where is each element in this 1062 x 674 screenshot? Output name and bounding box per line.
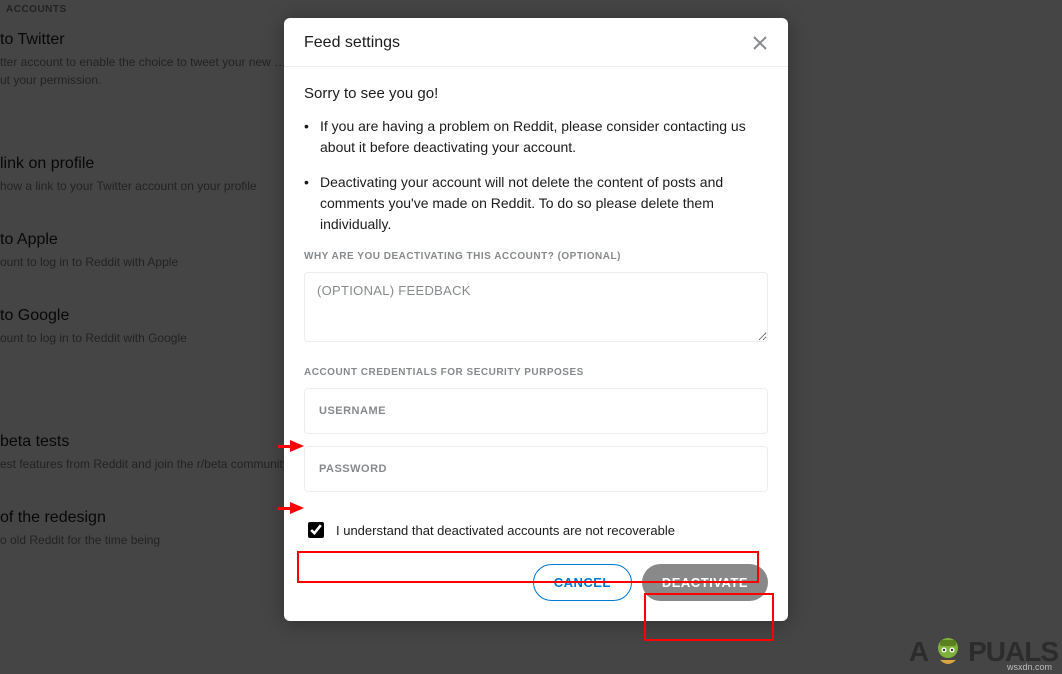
deactivate-button[interactable]: DEACTIVATE — [642, 564, 768, 601]
password-field[interactable] — [304, 446, 768, 492]
confirm-checkbox[interactable] — [308, 522, 324, 538]
modal-header: Feed settings — [284, 18, 788, 67]
modal-body: Sorry to see you go! If you are having a… — [284, 67, 788, 621]
reason-label: WHY ARE YOU DEACTIVATING THIS ACCOUNT? (… — [304, 251, 768, 262]
cancel-button[interactable]: CANCEL — [533, 564, 632, 601]
username-field[interactable] — [304, 388, 768, 434]
credentials-label: ACCOUNT CREDENTIALS FOR SECURITY PURPOSE… — [304, 367, 768, 378]
watermark-text: A — [909, 636, 928, 668]
annotation-arrow-icon — [290, 502, 304, 514]
info-bullet: If you are having a problem on Reddit, p… — [304, 116, 768, 158]
annotation-arrow-icon — [290, 440, 304, 452]
watermark-logo-icon — [930, 634, 966, 670]
close-icon[interactable] — [752, 35, 768, 51]
confirm-row: I understand that deactivated accounts a… — [304, 514, 768, 546]
info-bullet: Deactivating your account will not delet… — [304, 172, 768, 235]
confirm-text: I understand that deactivated accounts a… — [336, 523, 675, 538]
modal-title: Feed settings — [304, 34, 400, 52]
feedback-textarea[interactable] — [304, 272, 768, 342]
deactivate-modal: Feed settings Sorry to see you go! If yo… — [284, 18, 788, 621]
attribution-text: wsxdn.com — [1007, 662, 1052, 672]
info-bullets: If you are having a problem on Reddit, p… — [304, 116, 768, 235]
sorry-heading: Sorry to see you go! — [304, 85, 768, 102]
button-row: CANCEL DEACTIVATE — [304, 564, 768, 601]
